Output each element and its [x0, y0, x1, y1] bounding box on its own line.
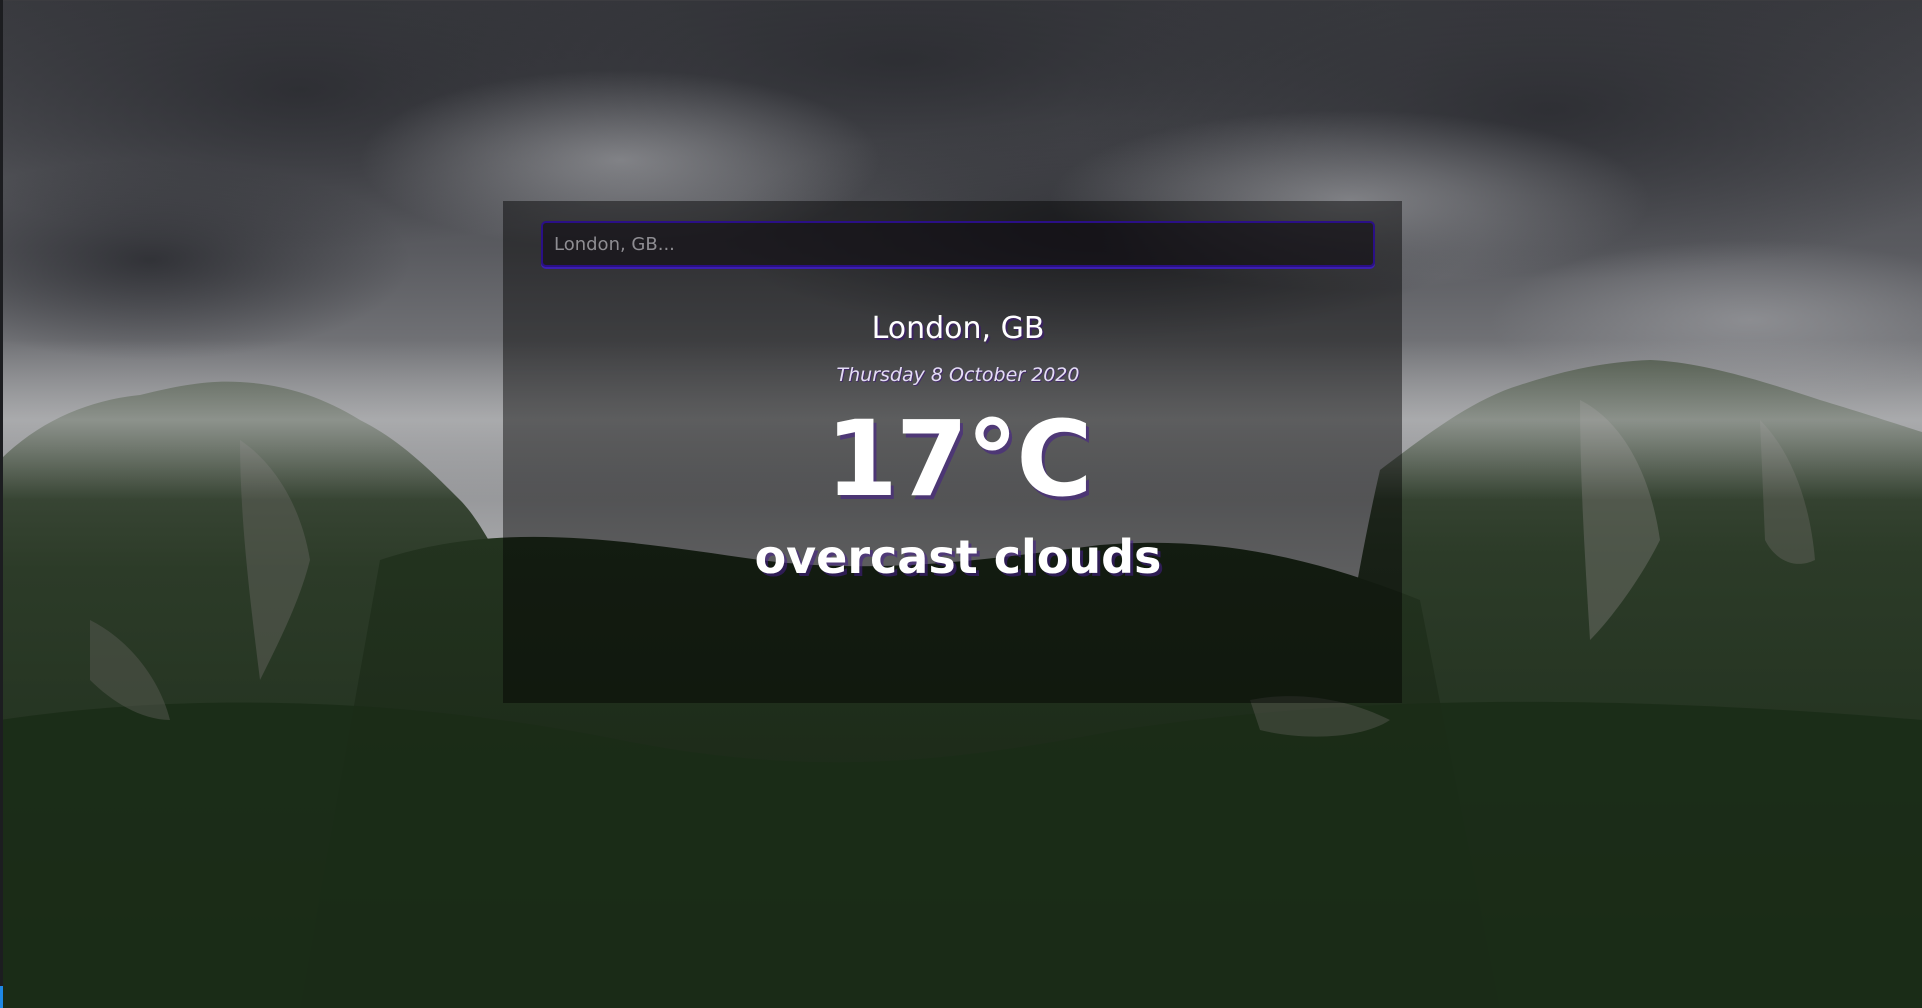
weather-condition: overcast clouds — [754, 530, 1162, 584]
window-top-edge — [0, 0, 1922, 1]
window-left-edge — [0, 0, 3, 1008]
current-date: Thursday 8 October 2020 — [836, 364, 1080, 386]
weather-card: London, GB Thursday 8 October 2020 17°C … — [503, 201, 1402, 703]
location-search-input[interactable] — [541, 221, 1375, 267]
location-name: London, GB — [871, 311, 1045, 346]
weather-app-screen: London, GB Thursday 8 October 2020 17°C … — [0, 0, 1922, 1008]
window-edge-accent — [0, 986, 3, 1008]
temperature-readout: 17°C — [825, 398, 1092, 520]
